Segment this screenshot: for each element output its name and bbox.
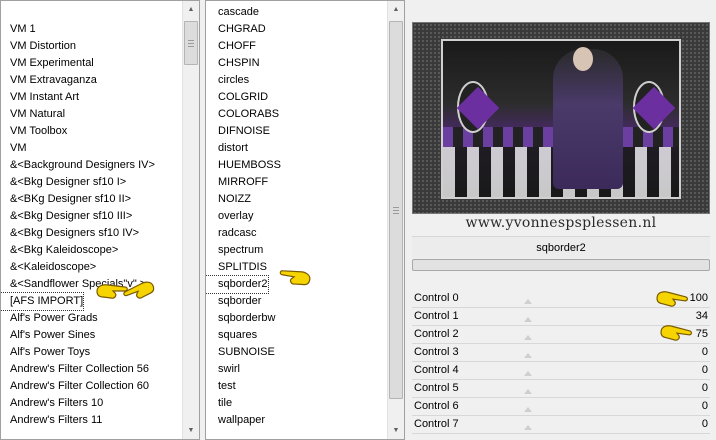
category-list-item[interactable]: Alf's Power Toys — [1, 344, 90, 361]
category-list-item[interactable]: &<BKg Designer sf10 II> — [1, 191, 131, 208]
control-row[interactable]: Control 4 0 — [412, 362, 710, 380]
filter-list-item[interactable]: CHOFF — [206, 38, 256, 55]
filter-list-item[interactable]: COLORABS — [206, 106, 279, 123]
category-list-item[interactable]: VM — [1, 140, 27, 157]
slider-notch-icon[interactable] — [524, 317, 532, 322]
filter-scroll-thumb[interactable] — [389, 21, 403, 399]
category-list-item[interactable]: &<Bkg Designer sf10 I> — [1, 174, 126, 191]
control-value: 75 — [695, 328, 708, 340]
control-label: Control 6 — [414, 400, 459, 412]
category-list-item[interactable]: VM Instant Art — [1, 89, 79, 106]
category-scrollbar[interactable]: ▲ ▼ — [182, 1, 199, 439]
control-value: 100 — [689, 292, 708, 304]
category-list-item[interactable]: VM Natural — [1, 106, 65, 123]
control-label: Control 7 — [414, 418, 459, 430]
filter-list-item[interactable]: wallpaper — [206, 412, 265, 429]
slider-notch-icon[interactable] — [524, 335, 532, 340]
category-list-item[interactable]: &<Kaleidoscope> — [1, 259, 96, 276]
filter-list-item[interactable]: sqborderbw — [206, 310, 275, 327]
arrow-up-icon[interactable]: ▲ — [388, 1, 404, 18]
filter-list-item[interactable]: circles — [206, 72, 249, 89]
filter-list-item[interactable]: swirl — [206, 361, 240, 378]
control-value: 34 — [695, 310, 708, 322]
slider-notch-icon[interactable] — [524, 371, 532, 376]
filter-list-item[interactable]: sqborder2 — [206, 275, 269, 294]
category-scroll-thumb[interactable] — [184, 21, 198, 65]
filter-list-item[interactable]: SUBNOISE — [206, 344, 275, 361]
category-list-item[interactable]: VM Distortion — [1, 38, 76, 55]
control-label: Control 5 — [414, 382, 459, 394]
slider-notch-icon[interactable] — [524, 425, 532, 430]
arrow-down-icon[interactable]: ▼ — [388, 422, 404, 439]
slider-notch-icon[interactable] — [524, 299, 532, 304]
category-list-item[interactable]: VM 1 — [1, 21, 36, 38]
filter-list-item[interactable]: tile — [206, 395, 232, 412]
category-list-item[interactable]: VM Experimental — [1, 55, 94, 72]
slider-notch-icon[interactable] — [524, 353, 532, 358]
filter-list-item[interactable]: COLGRID — [206, 89, 268, 106]
category-list-item[interactable]: VM Toolbox — [1, 123, 67, 140]
filter-list-item[interactable]: CHSPIN — [206, 55, 260, 72]
filter-list-item[interactable]: spectrum — [206, 242, 263, 259]
control-row[interactable]: Control 6 0 — [412, 398, 710, 416]
category-list-item[interactable]: &<Bkg Designers sf10 IV> — [1, 225, 139, 242]
progress-bar — [412, 259, 710, 271]
preview-image — [441, 39, 681, 199]
filter-list-item[interactable]: radcasc — [206, 225, 257, 242]
category-list-item[interactable]: Andrew's Filter Collection 60 — [1, 378, 149, 395]
controls-panel: Control 0 100 Control 1 34 Control 2 75 Contro… — [412, 290, 710, 440]
filter-list-item[interactable]: HUEMBOSS — [206, 157, 281, 174]
slider-notch-icon[interactable] — [524, 389, 532, 394]
category-list-item[interactable]: [AFS IMPORT] — [1, 292, 85, 311]
control-value: 0 — [701, 418, 708, 430]
category-list-panel: VM 1 VM Distortion VM Experimental VM Extra… — [0, 0, 200, 440]
control-label: Control 4 — [414, 364, 459, 376]
category-list-item[interactable]: &<Background Designers IV> — [1, 157, 155, 174]
category-list-item[interactable]: Alf's Power Sines — [1, 327, 95, 344]
category-list-item[interactable]: Andrew's Filters 11 — [1, 412, 102, 429]
category-list-item[interactable]: Andrew's Filters 10 — [1, 395, 103, 412]
category-list-item[interactable]: Andrew's Filter Collection 56 — [1, 361, 149, 378]
filter-list-item[interactable]: squares — [206, 327, 257, 344]
filter-list-item[interactable]: sqborder — [206, 293, 261, 310]
filter-list-item[interactable]: cascade — [206, 4, 259, 21]
category-list[interactable]: VM 1 VM Distortion VM Experimental VM Extra… — [1, 1, 181, 439]
filter-scrollbar[interactable]: ▲ ▼ — [387, 1, 404, 439]
control-value: 0 — [701, 364, 708, 376]
filter-list-panel: cascade CHGRAD CHOFF CHSPIN circles COLGRID CO… — [205, 0, 405, 440]
filter-list-item[interactable]: DIFNOISE — [206, 123, 270, 140]
filter-list-item[interactable]: overlay — [206, 208, 253, 225]
filter-list-item[interactable]: NOIZZ — [206, 191, 251, 208]
control-label: Control 0 — [414, 292, 459, 304]
filter-list-item[interactable]: test — [206, 378, 236, 395]
control-row[interactable]: Control 3 0 — [412, 344, 710, 362]
filter-title: sqborder2 — [412, 236, 710, 258]
control-label: Control 1 — [414, 310, 459, 322]
control-row[interactable]: Control 5 0 — [412, 380, 710, 398]
control-value: 0 — [701, 346, 708, 358]
control-row[interactable]: Control 7 0 — [412, 416, 710, 434]
filter-list-item[interactable]: distort — [206, 140, 248, 157]
category-list-item[interactable]: Alf's Power Grads — [1, 310, 98, 327]
category-list-item[interactable]: VM Extravaganza — [1, 72, 97, 89]
category-list-item[interactable]: &<Bkg Kaleidoscope> — [1, 242, 118, 259]
control-label: Control 2 — [414, 328, 459, 340]
category-list-item[interactable]: &<Bkg Designer sf10 III> — [1, 208, 132, 225]
filter-list-item[interactable]: MIRROFF — [206, 174, 268, 191]
preview-frame — [412, 22, 710, 214]
control-value: 0 — [701, 400, 708, 412]
arrow-down-icon[interactable]: ▼ — [183, 422, 199, 439]
preview-watermark: www.yvonnespsplessen.nl — [465, 215, 657, 231]
filter-list[interactable]: cascade CHGRAD CHOFF CHSPIN circles COLGRID CO… — [206, 1, 386, 439]
control-value: 0 — [701, 382, 708, 394]
arrow-up-icon[interactable]: ▲ — [183, 1, 199, 18]
slider-notch-icon[interactable] — [524, 407, 532, 412]
filter-list-item[interactable]: CHGRAD — [206, 21, 266, 38]
control-label: Control 3 — [414, 346, 459, 358]
filter-list-item[interactable]: SPLITDIS — [206, 259, 267, 276]
